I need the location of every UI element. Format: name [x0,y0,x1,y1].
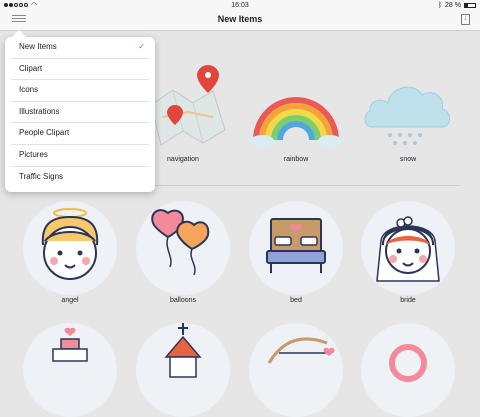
dropdown-item-new-items[interactable]: New Items ✓ [11,37,149,59]
dropdown-item-illustrations[interactable]: Illustrations [11,102,149,124]
page-title: New Items [217,14,263,24]
ring-icon [389,344,427,382]
item-label: snow [399,156,417,163]
item-ring-partial[interactable] [358,323,458,417]
dropdown-item-label: Pictures [19,149,48,159]
download-button[interactable]: ↓ [461,14,470,25]
item-balloons[interactable]: balloons [133,201,233,304]
item-label: balloons [169,297,197,304]
nav-bar: New Items ↓ [0,10,480,31]
snow-cloud-icon [364,86,450,145]
dropdown-item-pictures[interactable]: Pictures [11,145,149,167]
item-snow[interactable]: snow [358,65,458,163]
category-dropdown: New Items ✓ Clipart Icons Illustrations … [5,37,155,192]
dropdown-item-label: Clipart [19,63,43,73]
dropdown-item-label: Traffic Signs [19,171,64,181]
church-icon [164,323,202,378]
dropdown-item-people-clipart[interactable]: People Clipart [11,123,149,145]
dropdown-item-label: Illustrations [19,106,60,116]
dropdown-item-traffic-signs[interactable]: Traffic Signs [11,167,149,188]
item-label: bed [290,297,302,304]
item-angel[interactable]: angel [20,201,120,304]
item-bride[interactable]: bride [358,201,458,304]
item-rainbow[interactable]: rainbow [246,65,346,163]
checkmark-icon: ✓ [138,42,145,51]
rainbow-icon [250,97,342,147]
dropdown-item-label: New Items [19,42,57,51]
item-label: angel [61,297,79,304]
dropdown-item-icons[interactable]: Icons [11,80,149,102]
bride-icon [376,216,440,282]
status-bar: ◠ 16:03 ᛒ 28 % [0,0,480,10]
item-bed[interactable]: bed [246,201,346,304]
dropdown-item-label: Icons [19,85,39,95]
item-label: bride [400,297,416,304]
status-time: 16:03 [231,1,249,9]
balloons-icon [151,209,210,276]
battery-icon [464,2,476,8]
item-cake-partial[interactable] [20,323,120,417]
bed-icon [266,218,326,273]
item-label: rainbow [283,156,309,163]
bow-arrow-icon [267,337,335,364]
item-church-partial[interactable] [133,323,233,417]
dropdown-item-clipart[interactable]: Clipart [11,59,149,81]
dropdown-item-label: People Clipart [19,128,70,138]
item-cupid-partial[interactable] [246,323,346,417]
cake-icon [52,327,88,362]
angel-icon [41,208,99,280]
